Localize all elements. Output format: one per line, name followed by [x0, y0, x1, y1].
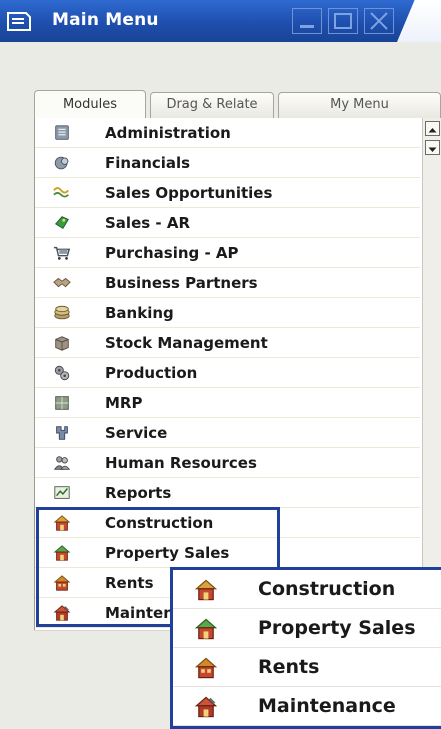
module-label: Service	[105, 424, 168, 442]
module-item[interactable]: Banking	[34, 298, 420, 328]
module-label: MRP	[105, 394, 143, 412]
module-label: Stock Management	[105, 334, 268, 352]
module-item[interactable]: Business Partners	[34, 268, 420, 298]
mrp-icon	[55, 396, 69, 410]
zoom-item: Construction	[173, 570, 441, 609]
module-label: Sales Opportunities	[105, 184, 273, 202]
main-menu-window: Main Menu Modules Drag & Relate My Menu …	[0, 0, 441, 729]
module-label: Human Resources	[105, 454, 257, 472]
sales-opportunities-icon	[53, 187, 70, 198]
title-bar[interactable]: Main Menu	[0, 0, 441, 42]
module-label: Purchasing - AP	[105, 244, 239, 262]
reports-icon	[54, 486, 70, 499]
scroll-down-button[interactable]	[425, 140, 440, 155]
tab-my-menu[interactable]: My Menu	[278, 92, 441, 118]
menu-tabs: Modules Drag & Relate My Menu	[30, 90, 441, 118]
module-item[interactable]: Administration	[34, 118, 420, 148]
rents-icon	[194, 657, 218, 679]
module-item[interactable]: Human Resources	[34, 448, 420, 478]
module-item[interactable]: Financials	[34, 148, 420, 178]
module-item[interactable]: Production	[34, 358, 420, 388]
module-label: Reports	[105, 484, 172, 502]
property-sales-icon	[194, 618, 218, 640]
module-item[interactable]: Purchasing - AP	[34, 238, 420, 268]
maximize-icon	[334, 13, 352, 29]
zoom-label: Construction	[258, 578, 396, 600]
close-button[interactable]	[364, 8, 394, 34]
zoom-label: Property Sales	[258, 617, 416, 639]
tab-modules[interactable]: Modules	[34, 90, 146, 118]
title-bar-corner	[397, 0, 441, 42]
maximize-button[interactable]	[328, 8, 358, 34]
zoom-item: Property Sales	[173, 609, 441, 648]
module-label: Production	[105, 364, 198, 382]
minimize-icon	[300, 25, 314, 28]
module-label: Sales - AR	[105, 214, 190, 232]
zoom-label: Maintenance	[258, 695, 396, 717]
production-icon	[54, 365, 70, 381]
banking-icon	[54, 305, 70, 320]
module-label: Administration	[105, 124, 231, 142]
module-label: Financials	[105, 154, 191, 172]
scroll-up-button[interactable]	[425, 121, 440, 136]
module-item[interactable]: Service	[34, 418, 420, 448]
zoom-item: Rents	[173, 648, 441, 687]
sales-ar-icon	[55, 216, 69, 230]
financials-icon	[54, 156, 69, 170]
window-menu-icon[interactable]	[6, 10, 32, 32]
zoom-callout: Construction Property Sales Rents Maintenan…	[170, 567, 441, 729]
zoom-label: Rents	[258, 656, 320, 678]
module-item[interactable]: Stock Management	[34, 328, 420, 358]
administration-icon	[55, 125, 69, 140]
minimize-button[interactable]	[292, 8, 322, 34]
module-item[interactable]: Sales - AR	[34, 208, 420, 238]
vertical-scrollbar[interactable]	[422, 118, 441, 630]
arrow-down-icon	[428, 147, 437, 152]
window-title: Main Menu	[52, 10, 159, 30]
module-item[interactable]: MRP	[34, 388, 420, 418]
zoom-item: Maintenance	[173, 687, 441, 726]
maintenance-icon	[194, 696, 218, 718]
stock-management-icon	[55, 336, 69, 351]
tab-drag-and-relate[interactable]: Drag & Relate	[150, 92, 274, 118]
module-item[interactable]: Reports	[34, 478, 420, 508]
business-partners-icon	[53, 277, 71, 288]
module-label: Banking	[105, 304, 174, 322]
module-item[interactable]: Sales Opportunities	[34, 178, 420, 208]
close-icon	[370, 12, 388, 30]
service-icon	[56, 426, 68, 440]
arrow-up-icon	[428, 128, 437, 133]
construction-icon	[194, 579, 218, 601]
panel-left-border	[34, 118, 35, 630]
module-label: Business Partners	[105, 274, 258, 292]
purchasing-ap-icon	[53, 246, 71, 260]
human-resources-icon	[53, 456, 71, 470]
